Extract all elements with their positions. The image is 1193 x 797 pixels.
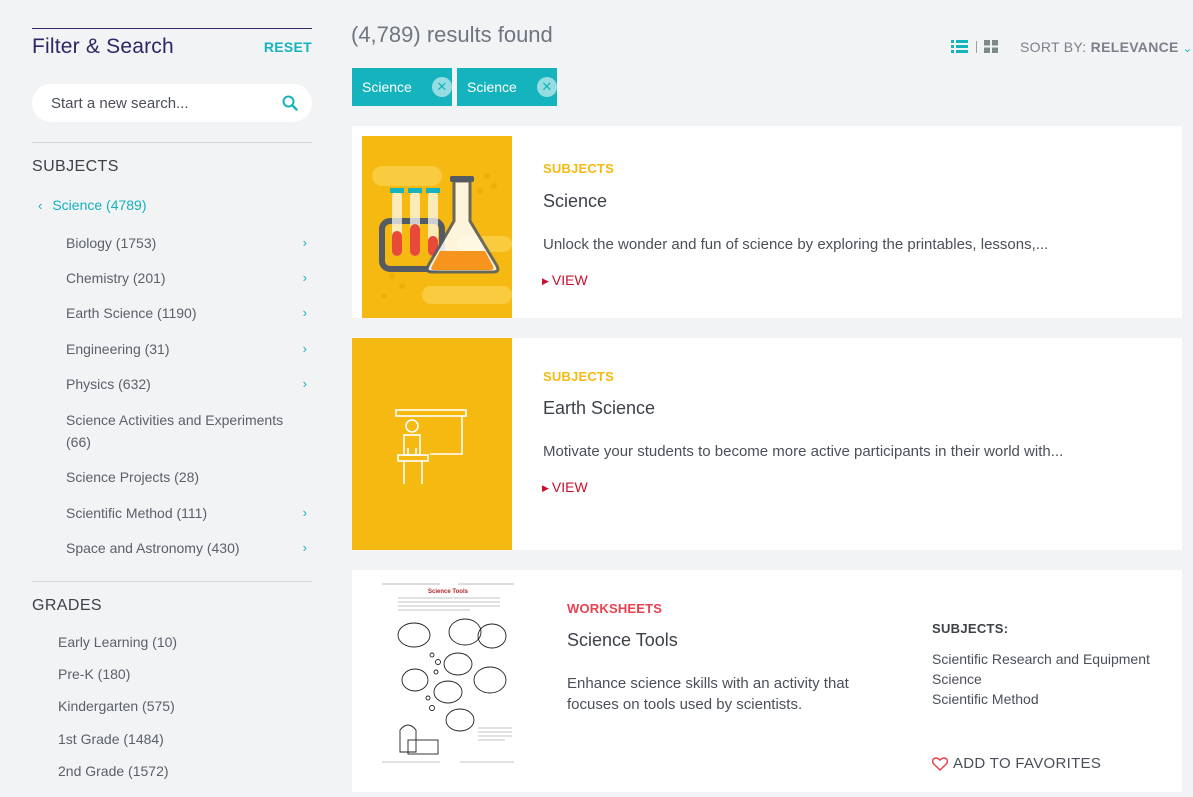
chip-label: Science xyxy=(467,79,517,95)
view-link[interactable]: ▶ VIEW xyxy=(542,272,588,288)
chevron-right-icon: › xyxy=(302,376,307,391)
view-label: VIEW xyxy=(551,272,588,288)
card-description: Enhance science skills with an activity … xyxy=(567,675,849,713)
view-separator xyxy=(976,40,977,53)
sidebar-item-biology[interactable]: Biology (1753) › xyxy=(66,232,307,254)
sidebar-item-physics[interactable]: Physics (632) › xyxy=(66,373,307,395)
card-eyebrow: SUBJECTS xyxy=(543,161,614,176)
sidebar-item-early-learning[interactable]: Early Learning (10) xyxy=(58,634,177,650)
sidebar-item-2nd-grade[interactable]: 2nd Grade (1572) xyxy=(58,763,169,779)
card-title[interactable]: Science Tools xyxy=(567,630,678,651)
chip-label: Science xyxy=(362,79,412,95)
active-subject-science[interactable]: ‹ Science (4789) xyxy=(32,197,147,213)
subject-label: Biology (1753) xyxy=(66,235,157,251)
search-input[interactable] xyxy=(51,94,271,112)
favorite-label: ADD TO FAVORITES xyxy=(953,755,1102,772)
view-link[interactable]: ▶ VIEW xyxy=(542,479,588,495)
chevron-right-icon: › xyxy=(302,505,307,520)
earth-science-thumbnail[interactable] xyxy=(352,338,512,550)
subject-label: Science Projects (28) xyxy=(66,469,200,485)
card-description: Unlock the wonder and fun of science by … xyxy=(543,236,1049,253)
subject-label: Science Activities and Experiments (66) xyxy=(66,412,284,450)
triangle-right-icon: ▶ xyxy=(542,276,549,286)
sidebar-item-kindergarten[interactable]: Kindergarten (575) xyxy=(58,698,175,714)
worksheet-title: Science Tools xyxy=(428,589,469,595)
sidebar-item-science-activities[interactable]: Science Activities and Experiments (66) xyxy=(66,409,291,453)
result-card: SUBJECTS Earth Science Motivate your stu… xyxy=(352,338,1182,550)
card-title[interactable]: Earth Science xyxy=(543,398,655,419)
subject-tag[interactable]: Scientific Research and Equipment xyxy=(932,651,1150,667)
card-eyebrow: WORKSHEETS xyxy=(567,601,663,616)
chevron-left-icon: ‹ xyxy=(38,197,43,213)
filter-header: Filter & Search RESET xyxy=(32,28,312,84)
heart-icon xyxy=(932,756,948,771)
view-toggle xyxy=(951,40,998,53)
list-view-icon[interactable] xyxy=(951,40,968,53)
filter-chip[interactable]: Science ✕ xyxy=(457,68,557,106)
subject-label: Earth Science (1190) xyxy=(66,305,197,321)
active-subject-label: Science (4789) xyxy=(52,197,147,213)
chevron-right-icon: › xyxy=(302,235,307,250)
add-to-favorites-button[interactable]: ADD TO FAVORITES xyxy=(932,755,1101,772)
chevron-down-icon: ⌄ xyxy=(1182,43,1193,55)
filter-sidebar: Filter & Search RESET SUBJECTS ‹ Science… xyxy=(32,0,312,779)
subjects-meta-heading: SUBJECTS: xyxy=(932,621,1009,636)
grid-view-icon[interactable] xyxy=(984,40,998,53)
search-box xyxy=(32,84,312,122)
sort-prefix: SORT BY: xyxy=(1020,39,1087,55)
subject-tag[interactable]: Science xyxy=(932,671,982,687)
sidebar-item-pre-k[interactable]: Pre-K (180) xyxy=(58,666,130,682)
chevron-right-icon: › xyxy=(302,540,307,555)
results-count: (4,789) results found xyxy=(351,22,553,47)
subjects-heading: SUBJECTS xyxy=(32,158,119,175)
sidebar-item-earth-science[interactable]: Earth Science (1190) › xyxy=(66,302,307,324)
result-card: SUBJECTS Science Unlock the wonder and f… xyxy=(352,126,1182,318)
sidebar-item-space-astronomy[interactable]: Space and Astronomy (430) › xyxy=(66,537,307,559)
worksheet-thumbnail[interactable]: Science Tools xyxy=(380,580,516,768)
sidebar-item-engineering[interactable]: Engineering (31) › xyxy=(66,338,307,360)
divider xyxy=(32,142,312,143)
subject-label: Physics (632) xyxy=(66,376,151,392)
sidebar-item-scientific-method[interactable]: Scientific Method (111) › xyxy=(66,502,307,524)
subject-tag[interactable]: Scientific Method xyxy=(932,691,1039,707)
reset-button[interactable]: RESET xyxy=(264,39,312,55)
card-title[interactable]: Science xyxy=(543,191,607,212)
science-thumbnail[interactable] xyxy=(362,136,512,318)
subject-label: Scientific Method (111) xyxy=(66,505,208,521)
subject-label: Space and Astronomy (430) xyxy=(66,540,240,556)
result-card: Science Tools WORKSHEETS Science Tools E… xyxy=(352,570,1182,792)
subject-label: Engineering (31) xyxy=(66,341,170,357)
sidebar-item-chemistry[interactable]: Chemistry (201) › xyxy=(66,267,307,289)
grades-heading: GRADES xyxy=(32,597,102,614)
close-icon[interactable]: ✕ xyxy=(536,77,557,97)
divider xyxy=(32,581,312,582)
view-label: VIEW xyxy=(551,479,588,495)
card-eyebrow: SUBJECTS xyxy=(543,369,614,384)
sort-value: RELEVANCE xyxy=(1090,39,1179,55)
triangle-right-icon: ▶ xyxy=(542,483,549,493)
sidebar-item-1st-grade[interactable]: 1st Grade (1484) xyxy=(58,731,164,747)
close-icon[interactable]: ✕ xyxy=(431,77,452,97)
subject-label: Chemistry (201) xyxy=(66,270,166,286)
chevron-right-icon: › xyxy=(302,305,307,320)
filter-chip[interactable]: Science ✕ xyxy=(352,68,452,106)
sidebar-item-science-projects[interactable]: Science Projects (28) xyxy=(66,466,306,488)
chevron-right-icon: › xyxy=(302,270,307,285)
filter-title: Filter & Search xyxy=(32,35,174,58)
search-icon[interactable] xyxy=(282,95,298,111)
chevron-right-icon: › xyxy=(302,341,307,356)
sort-dropdown[interactable]: SORT BY: RELEVANCE ⌄ xyxy=(1020,39,1192,55)
card-description: Motivate your students to become more ac… xyxy=(543,443,1064,460)
